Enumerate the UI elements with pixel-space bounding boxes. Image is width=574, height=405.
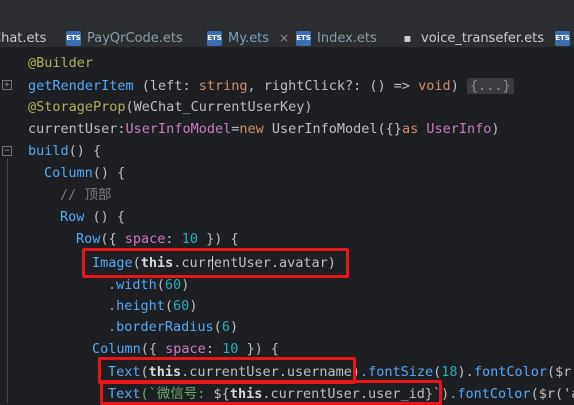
code-line-3: @StorageProp(WeChat_CurrentUserKey) [28, 99, 313, 115]
tab-voice-transefer[interactable]: ▪ voice_transefer.ets [400, 24, 545, 47]
editor-tab-bar: Chat.ets ETS PayQrCode.ets ETS My.ets × … [0, 0, 574, 48]
tab-label: My.ets [228, 30, 270, 46]
code-line-4: currentUser:UserInfoModel=new UserInfoMo… [28, 121, 500, 137]
highlight-image-avatar [82, 248, 349, 278]
code-line-9: Row({ space: 10 }) { [76, 231, 239, 247]
code-line-6: Column() { [44, 165, 126, 181]
fold-guide [7, 158, 8, 403]
tab-my[interactable]: ETS My.ets × [207, 24, 289, 47]
tab-overflow[interactable]: ETS [555, 24, 570, 47]
ets-file-icon: ▪ [400, 30, 415, 46]
close-icon[interactable]: × [279, 31, 289, 45]
code-line-12: .height(60) [108, 298, 198, 314]
tab-label: Chat.ets [0, 30, 47, 46]
folded-region[interactable]: {...} [466, 78, 514, 94]
fold-expand-icon[interactable]: + [2, 80, 12, 90]
code-editor[interactable]: + − @Builder getRenderItem (left: string… [0, 50, 574, 405]
highlight-text-user-id [100, 380, 442, 405]
code-line-1: @Builder [28, 55, 94, 71]
tab-label: PayQrCode.ets [87, 30, 183, 46]
tab-label: voice_transefer.ets [421, 30, 545, 46]
editor-gutter: + − [0, 50, 18, 405]
code-line-8: Row () { [60, 209, 126, 225]
code-line-2: getRenderItem (left: string, rightClick?… [28, 75, 514, 97]
code-line-5: build() { [28, 143, 102, 159]
ets-file-icon: ETS [555, 30, 570, 46]
tab-chat[interactable]: Chat.ets [0, 24, 47, 47]
ets-file-icon: ETS [66, 30, 81, 46]
code-line-13: .borderRadius(6) [108, 319, 239, 335]
tab-payqrcode[interactable]: ETS PayQrCode.ets [66, 24, 183, 47]
fold-collapse-icon[interactable]: − [2, 146, 12, 156]
ets-file-icon: ETS [296, 30, 311, 46]
ets-file-icon: ETS [207, 30, 222, 46]
code-line-7: // 顶部 [60, 187, 112, 203]
tab-index[interactable]: ETS Index.ets [296, 24, 377, 47]
tab-label: Index.ets [317, 30, 377, 46]
